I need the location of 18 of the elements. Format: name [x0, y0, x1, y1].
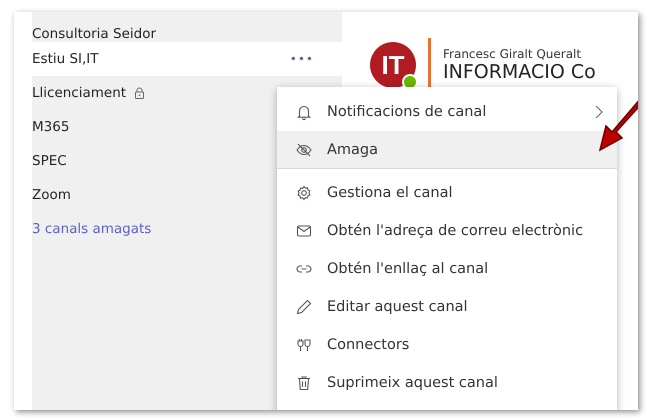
channel-item[interactable]: Estiu SI,IT •••: [32, 42, 342, 76]
menu-item[interactable]: Obtén l'adreça de correu electrònic: [277, 212, 617, 250]
team-avatar: IT: [370, 42, 416, 88]
menu-item[interactable]: Obtén l'enllaç al canal: [277, 250, 617, 288]
menu-item[interactable]: Editar aquest canal: [277, 288, 617, 326]
menu-item[interactable]: Suprimeix aquest canal: [277, 364, 617, 402]
menu-item[interactable]: Notificacions de canal: [277, 93, 617, 131]
post-title: INFORMACIO Co: [443, 61, 596, 83]
menu-item[interactable]: Gestiona el canal: [277, 174, 617, 212]
author-name: Francesc Giralt Queralt: [443, 47, 582, 61]
pencil-icon: [295, 298, 313, 316]
menu-item[interactable]: Amaga: [277, 131, 617, 169]
trash-icon: [295, 374, 313, 392]
eye-slash-icon: [295, 140, 313, 158]
channel-item[interactable]: Consultoria Seidor: [32, 26, 342, 42]
gear-icon: [295, 184, 313, 202]
more-options-button[interactable]: •••: [290, 52, 314, 66]
menu-item[interactable]: Connectors: [277, 326, 617, 364]
